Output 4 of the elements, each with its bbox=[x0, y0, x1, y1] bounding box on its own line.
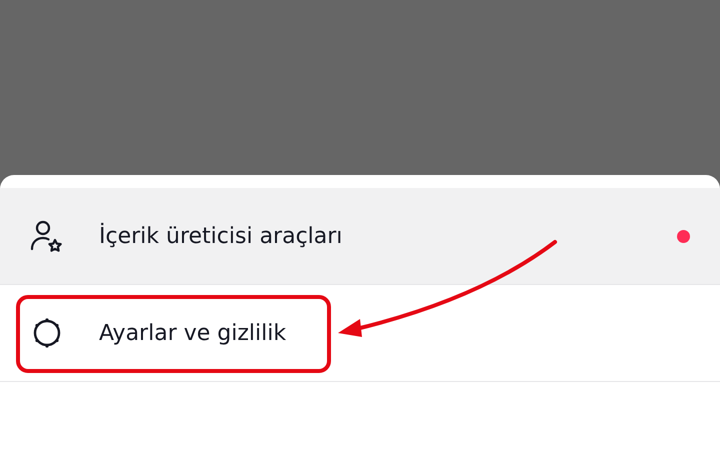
user-star-icon bbox=[30, 219, 64, 253]
menu-item-label: Ayarlar ve gizlilik bbox=[99, 320, 288, 346]
menu-item[interactable]: İçerik üreticisi araçları bbox=[0, 188, 720, 285]
menu-item-label: İçerik üreticisi araçları bbox=[99, 224, 344, 248]
